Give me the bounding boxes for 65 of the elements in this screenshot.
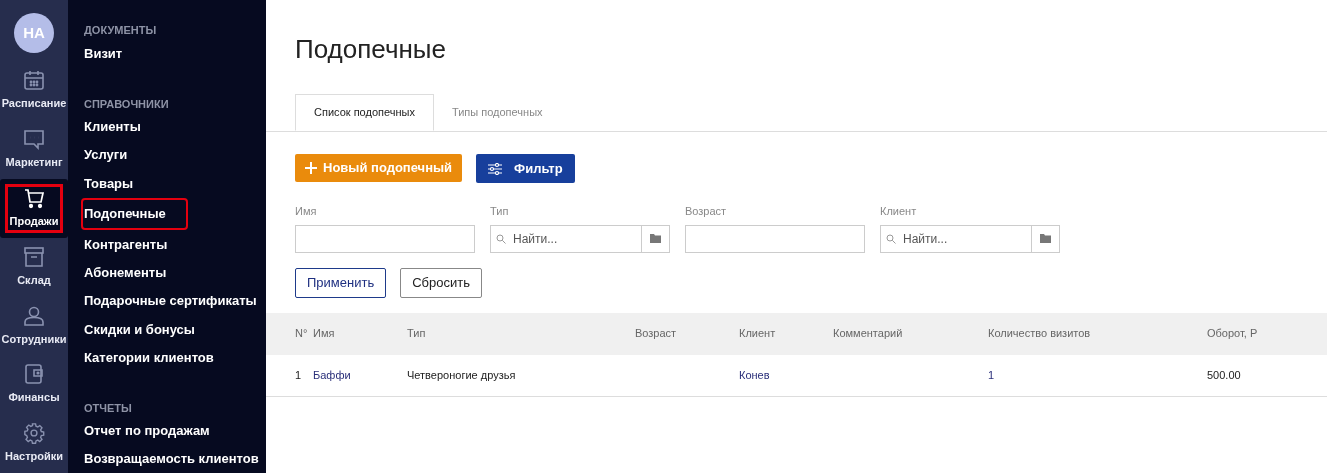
column-header[interactable]: N° [295, 327, 308, 340]
submenu-item[interactable]: Контрагенты [83, 230, 169, 259]
reset-button[interactable]: Сбросить [400, 267, 482, 298]
field-label: Имя [295, 204, 317, 219]
search-icon [886, 233, 896, 244]
nav-item[interactable]: Сотрудники [0, 296, 68, 356]
section-heading: СПРАВОЧНИКИ [84, 97, 170, 113]
column-header[interactable]: Возраст [635, 327, 677, 340]
submenu-item[interactable]: Подопечные [83, 199, 186, 229]
folder-icon [1040, 234, 1051, 243]
submenu-item[interactable]: Подарочные сертификаты [83, 286, 258, 316]
column-header[interactable]: Клиент [739, 327, 776, 340]
box-icon [23, 245, 45, 268]
column-header[interactable]: Имя [313, 327, 335, 340]
nav-item[interactable]: Склад [0, 237, 68, 297]
cell-link[interactable]: Конев [739, 368, 770, 381]
chat-icon [23, 127, 45, 150]
submenu-item[interactable]: Абонементы [83, 258, 168, 287]
search-field[interactable]: Найти... [880, 224, 1032, 253]
column-header[interactable]: Оборот, Р [1207, 327, 1258, 340]
nav-item[interactable]: Настройки [0, 414, 68, 473]
input-field[interactable] [295, 224, 475, 253]
table-cell: 500.00 [1207, 368, 1241, 381]
column-header[interactable]: Комментарий [833, 327, 903, 340]
page-title: Подопечные [295, 33, 446, 66]
submenu-item[interactable]: Отчет по продажам [83, 416, 211, 445]
input-field[interactable] [685, 224, 865, 253]
nav-item[interactable]: Продажи [0, 178, 68, 238]
table-cell: Четвероногие друзья [407, 368, 516, 381]
column-header[interactable]: Тип [407, 327, 426, 340]
submenu-item[interactable]: Товары [83, 169, 135, 198]
field-label: Возраст [685, 204, 727, 219]
table-cell: 1 [295, 368, 302, 381]
submenu-item[interactable]: Клиенты [83, 112, 142, 141]
sliders-icon [488, 162, 503, 175]
plus-icon [305, 162, 317, 174]
apply-button[interactable]: Применить [295, 267, 387, 298]
folder-icon [650, 234, 661, 243]
tab[interactable]: Типы подопечных [433, 94, 561, 131]
submenu-item[interactable]: Скидки и бонусы [83, 315, 196, 344]
submenu-item[interactable]: Услуги [83, 140, 129, 170]
field-label: Клиент [880, 204, 917, 219]
calendar-icon [23, 69, 45, 92]
section-heading: ДОКУМЕНТЫ [84, 23, 158, 38]
tab[interactable]: Список подопечных [295, 94, 434, 131]
cell-link[interactable]: Баффи [313, 368, 351, 381]
nav-item[interactable]: Маркетинг [0, 119, 68, 179]
search-field[interactable]: Найти... [490, 224, 642, 253]
settings-icon [23, 422, 45, 445]
nav-item[interactable]: Расписание [0, 60, 68, 120]
submenu-item[interactable]: Категории клиентов [83, 343, 215, 373]
nav-item[interactable]: Финансы [0, 355, 68, 415]
submenu-item[interactable]: Возвращаемость клиентов [83, 444, 260, 473]
column-header[interactable]: Количество визитов [988, 327, 1091, 340]
search-icon [496, 233, 506, 244]
person-icon [23, 304, 45, 327]
submenu-item[interactable]: Визит [83, 40, 124, 69]
cell-link[interactable]: 1 [988, 368, 995, 381]
browse-button[interactable] [1032, 224, 1060, 253]
wallet-icon [23, 363, 45, 386]
section-heading: ОТЧЕТЫ [84, 401, 133, 417]
browse-button[interactable] [642, 224, 670, 253]
field-label: Тип [490, 204, 509, 219]
cart-icon [23, 186, 45, 209]
filter-button[interactable]: Фильтр [476, 154, 575, 183]
